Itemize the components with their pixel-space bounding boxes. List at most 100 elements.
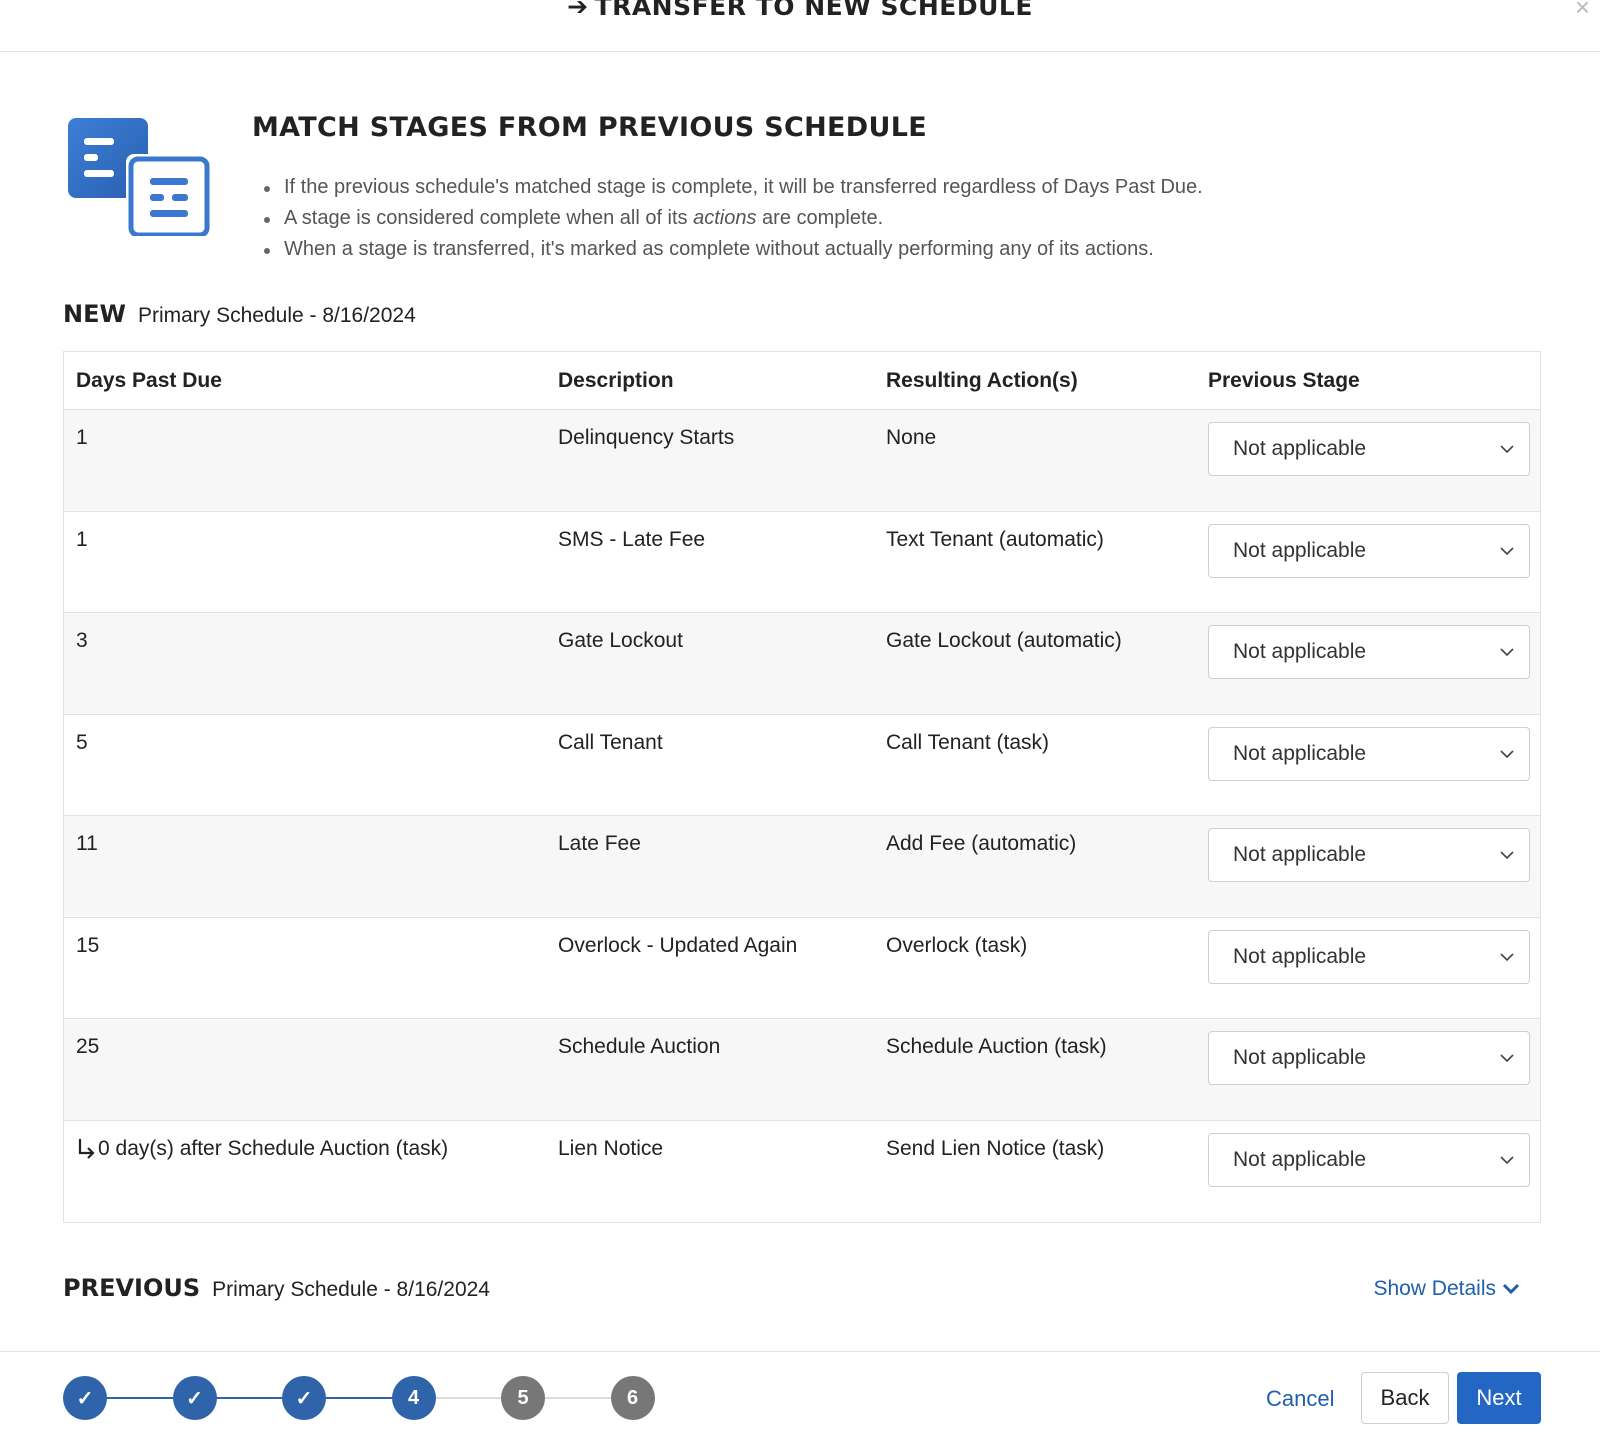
show-details-label: Show Details xyxy=(1373,1277,1496,1300)
previous-stage-select[interactable]: Not applicable xyxy=(1208,625,1530,679)
step-4: 4 xyxy=(391,1376,436,1420)
chevron-down-icon xyxy=(1500,1054,1514,1063)
previous-stage-select[interactable]: Not applicable xyxy=(1208,523,1530,578)
header-previous-stage: Previous Stage xyxy=(1208,368,1360,392)
chevron-down-icon xyxy=(1500,648,1514,657)
new-tag: NEW xyxy=(63,300,126,328)
new-schedule-label: NEW Primary Schedule - 8/16/2024 xyxy=(63,300,416,328)
intro-bullet-emphasis: actions xyxy=(693,207,757,229)
chevron-down-icon xyxy=(1500,851,1514,860)
intro-title: MATCH STAGES FROM PREVIOUS SCHEDULE xyxy=(252,112,927,143)
intro-bullet: A stage is considered complete when all … xyxy=(262,203,1203,234)
header-description: Description xyxy=(558,368,674,392)
actions-cell: Text Tenant (automatic) xyxy=(886,527,1104,551)
chevron-down-icon xyxy=(1500,749,1514,758)
step-5: 5 xyxy=(501,1376,545,1420)
previous-stage-value: Not applicable xyxy=(1233,1046,1367,1069)
previous-stage-select[interactable]: Not applicable xyxy=(1208,1132,1530,1187)
actions-cell: Schedule Auction (task) xyxy=(886,1035,1107,1058)
back-button[interactable]: Back xyxy=(1361,1372,1449,1424)
description-cell: Schedule Auction xyxy=(558,1035,721,1058)
table-header: Days Past Due Description Resulting Acti… xyxy=(64,352,1540,410)
show-details-link[interactable]: Show Details xyxy=(1373,1277,1520,1301)
previous-stage-value: Not applicable xyxy=(1233,538,1367,562)
arrow-right-icon: ➔ xyxy=(567,0,589,21)
actions-cell: Gate Lockout (automatic) xyxy=(886,629,1122,652)
description-cell: Gate Lockout xyxy=(558,629,683,652)
table-row: 15 Overlock - Updated Again Overlock (ta… xyxy=(64,917,1540,1019)
chevron-down-icon xyxy=(1500,952,1514,961)
sub-arrow-icon xyxy=(78,1138,95,1159)
days-cell: 0 day(s) after Schedule Auction (task) xyxy=(76,1137,448,1161)
close-button[interactable]: × xyxy=(1575,0,1590,20)
chevron-down-icon xyxy=(1502,1283,1520,1295)
modal-title-text: TRANSFER TO NEW SCHEDULE xyxy=(594,0,1033,21)
table-row: 25 Schedule Auction Schedule Auction (ta… xyxy=(64,1019,1540,1121)
chevron-down-icon xyxy=(1500,1155,1514,1164)
documents-icon xyxy=(68,118,210,236)
previous-stage-value: Not applicable xyxy=(1233,944,1367,968)
next-button[interactable]: Next xyxy=(1457,1372,1541,1424)
previous-tag: PREVIOUS xyxy=(63,1274,201,1302)
step-1: ✓ xyxy=(63,1376,107,1420)
stepper-line-complete xyxy=(85,1397,413,1399)
new-schedule-name: Primary Schedule - 8/16/2024 xyxy=(137,304,416,327)
chevron-down-icon xyxy=(1500,546,1514,555)
wizard-stepper: ✓ ✓ ✓ 4 5 6 xyxy=(63,1376,663,1420)
table-row: 0 day(s) after Schedule Auction (task) L… xyxy=(64,1120,1540,1222)
previous-stage-select[interactable]: Not applicable xyxy=(1208,828,1530,882)
description-cell: Delinquency Starts xyxy=(558,426,735,449)
modal-header: ➔ TRANSFER TO NEW SCHEDULE × xyxy=(0,0,1600,52)
previous-stage-value: Not applicable xyxy=(1233,640,1367,663)
table-row: 1 SMS - Late Fee Text Tenant (automatic)… xyxy=(64,511,1540,613)
days-cell: 11 xyxy=(76,832,98,855)
days-cell-text: 0 day(s) after Schedule Auction (task) xyxy=(98,1136,449,1160)
actions-cell: Overlock (task) xyxy=(886,933,1028,957)
intro-bullet-text: A stage is considered complete when all … xyxy=(284,207,694,229)
description-cell: Call Tenant xyxy=(558,730,663,754)
previous-stage-select[interactable]: Not applicable xyxy=(1208,422,1530,476)
step-3: ✓ xyxy=(282,1376,326,1420)
days-cell: 5 xyxy=(76,730,88,754)
step-2: ✓ xyxy=(172,1376,217,1420)
intro-bullets: If the previous schedule's matched stage… xyxy=(262,172,1203,265)
description-cell: Lien Notice xyxy=(558,1136,664,1160)
previous-schedule-name: Primary Schedule - 8/16/2024 xyxy=(212,1278,490,1301)
intro-bullet-text: are complete. xyxy=(756,207,884,229)
modal-footer: ✓ ✓ ✓ 4 5 6 Cancel Back Next xyxy=(0,1351,1600,1441)
description-cell: SMS - Late Fee xyxy=(558,527,706,551)
intro-bullet: When a stage is transferred, it's marked… xyxy=(262,234,1203,265)
table-row: 3 Gate Lockout Gate Lockout (automatic) … xyxy=(64,613,1540,715)
description-cell: Late Fee xyxy=(558,832,641,855)
stages-table: Days Past Due Description Resulting Acti… xyxy=(63,351,1541,1223)
table-body: 1 Delinquency Starts None Not applicable… xyxy=(64,410,1540,1222)
previous-stage-value: Not applicable xyxy=(1233,741,1367,765)
previous-stage-select[interactable]: Not applicable xyxy=(1208,726,1530,781)
chevron-down-icon xyxy=(1500,445,1514,454)
days-cell: 25 xyxy=(76,1035,100,1058)
previous-stage-select[interactable]: Not applicable xyxy=(1208,929,1530,984)
previous-stage-value: Not applicable xyxy=(1233,843,1367,866)
header-days-past-due: Days Past Due xyxy=(76,368,222,392)
days-cell: 15 xyxy=(76,933,100,957)
previous-schedule-label: PREVIOUS Primary Schedule - 8/16/2024 xyxy=(63,1274,490,1302)
actions-cell: Send Lien Notice (task) xyxy=(886,1136,1105,1160)
previous-stage-select[interactable]: Not applicable xyxy=(1208,1031,1530,1085)
header-resulting-actions: Resulting Action(s) xyxy=(886,368,1078,392)
days-cell: 1 xyxy=(76,527,88,551)
days-cell: 3 xyxy=(76,629,88,652)
actions-cell: Call Tenant (task) xyxy=(886,730,1050,754)
actions-cell: Add Fee (automatic) xyxy=(886,832,1077,855)
table-row: 5 Call Tenant Call Tenant (task) Not app… xyxy=(64,714,1540,816)
description-cell: Overlock - Updated Again xyxy=(558,933,798,957)
intro-bullet: If the previous schedule's matched stage… xyxy=(262,172,1203,203)
table-row: 11 Late Fee Add Fee (automatic) Not appl… xyxy=(64,816,1540,918)
previous-stage-value: Not applicable xyxy=(1233,437,1367,460)
previous-stage-value: Not applicable xyxy=(1233,1147,1367,1171)
days-cell: 1 xyxy=(76,426,88,449)
modal-title: ➔ TRANSFER TO NEW SCHEDULE xyxy=(0,0,1600,21)
cancel-button[interactable]: Cancel xyxy=(1266,1386,1334,1412)
table-row: 1 Delinquency Starts None Not applicable xyxy=(64,410,1540,512)
step-6: 6 xyxy=(610,1376,655,1420)
actions-cell: None xyxy=(886,426,937,449)
